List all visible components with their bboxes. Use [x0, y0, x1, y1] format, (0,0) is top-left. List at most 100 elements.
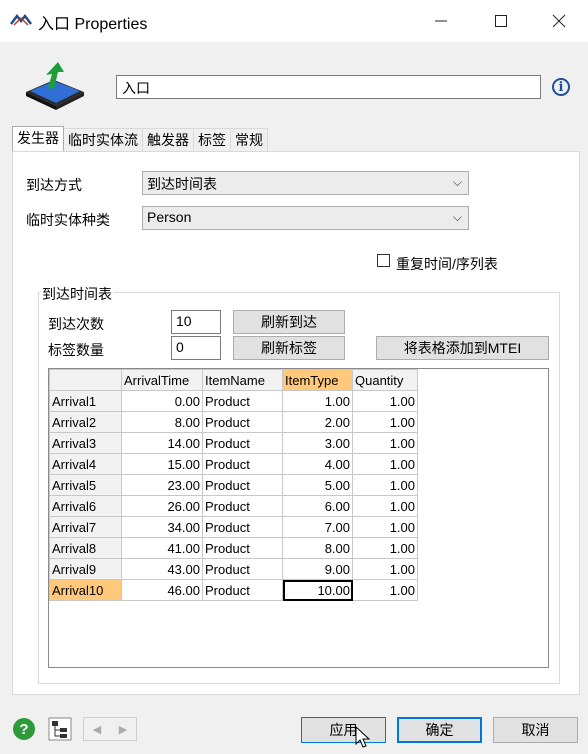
arrival-time-cell[interactable]: 14.00 [121, 432, 203, 454]
item-name-cell[interactable]: Product [202, 579, 283, 601]
window-title: 入口 Properties [38, 16, 148, 33]
arrival-style-select[interactable]: 到达时间表 ⌵ [142, 171, 469, 195]
tab-flowitem-flow[interactable]: 临时实体流 [63, 128, 143, 151]
item-name-cell[interactable]: Product [202, 453, 283, 475]
add-to-mtei-button[interactable]: 将表格添加到MTEI [376, 336, 549, 360]
item-type-cell[interactable]: 10.00 [282, 579, 353, 601]
arrival-time-cell[interactable]: 26.00 [121, 495, 203, 517]
column-header-arrival-time[interactable]: ArrivalTime [121, 369, 203, 391]
table-row[interactable]: Arrival4 15.00 Product 4.00 1.00 [49, 453, 418, 475]
arrival-time-cell[interactable]: 0.00 [121, 390, 203, 412]
quantity-cell[interactable]: 1.00 [352, 495, 418, 517]
previous-arrow-icon[interactable]: ◀ [84, 718, 110, 740]
next-arrow-icon[interactable]: ▶ [110, 718, 136, 740]
arrivals-count-input[interactable]: 10 [171, 310, 221, 334]
arrival-time-cell[interactable]: 41.00 [121, 537, 203, 559]
row-header-cell[interactable]: Arrival7 [49, 516, 122, 538]
item-type-cell[interactable]: 4.00 [282, 453, 353, 475]
tab-general[interactable]: 常规 [230, 128, 268, 151]
ok-button[interactable]: 确定 [397, 717, 482, 743]
quantity-cell[interactable]: 1.00 [352, 390, 418, 412]
table-row[interactable]: Arrival7 34.00 Product 7.00 1.00 [49, 516, 418, 538]
item-name-cell[interactable]: Product [202, 558, 283, 580]
arrival-style-value: 到达时间表 [147, 176, 217, 192]
table-row[interactable]: Arrival10 46.00 Product 10.00 1.00 [49, 579, 418, 601]
row-header-cell[interactable]: Arrival3 [49, 432, 122, 454]
item-type-cell[interactable]: 6.00 [282, 495, 353, 517]
item-name-cell[interactable]: Product [202, 432, 283, 454]
quantity-cell[interactable]: 1.00 [352, 558, 418, 580]
table-row[interactable]: Arrival5 23.00 Product 5.00 1.00 [49, 474, 418, 496]
chevron-down-icon: ⌵ [452, 210, 462, 224]
quantity-cell[interactable]: 1.00 [352, 516, 418, 538]
item-name-cell[interactable]: Product [202, 390, 283, 412]
close-button[interactable] [536, 6, 582, 36]
item-class-value: Person [147, 209, 192, 225]
item-type-cell[interactable]: 5.00 [282, 474, 353, 496]
row-header-cell[interactable]: Arrival1 [49, 390, 122, 412]
arrival-time-cell[interactable]: 23.00 [121, 474, 203, 496]
item-class-select[interactable]: Person ⌵ [142, 206, 469, 230]
table-row[interactable]: Arrival3 14.00 Product 3.00 1.00 [49, 432, 418, 454]
arrival-time-cell[interactable]: 43.00 [121, 558, 203, 580]
table-row[interactable]: Arrival1 0.00 Product 1.00 1.00 [49, 390, 418, 412]
nav-buttons: ◀ ▶ [83, 717, 137, 741]
arrival-time-cell[interactable]: 8.00 [121, 411, 203, 433]
quantity-cell[interactable]: 1.00 [352, 579, 418, 601]
tab-generator[interactable]: 发生器 [12, 126, 64, 151]
column-header-item-name[interactable]: ItemName [202, 369, 283, 391]
item-name-cell[interactable]: Product [202, 516, 283, 538]
item-type-cell[interactable]: 9.00 [282, 558, 353, 580]
arrival-table[interactable]: ArrivalTime ItemName ItemType Quantity A… [48, 368, 549, 668]
item-name-cell[interactable]: Product [202, 411, 283, 433]
maximize-button[interactable] [478, 6, 524, 36]
help-icon[interactable]: ? [12, 717, 36, 741]
quantity-cell[interactable]: 1.00 [352, 432, 418, 454]
quantity-cell[interactable]: 1.00 [352, 537, 418, 559]
table-row[interactable]: Arrival2 8.00 Product 2.00 1.00 [49, 411, 418, 433]
row-header-cell[interactable]: Arrival8 [49, 537, 122, 559]
item-type-cell[interactable]: 1.00 [282, 390, 353, 412]
table-header-row: ArrivalTime ItemName ItemType Quantity [49, 369, 418, 391]
column-header-item-type[interactable]: ItemType [282, 369, 353, 391]
row-header-cell[interactable]: Arrival10 [49, 579, 122, 601]
item-type-cell[interactable]: 3.00 [282, 432, 353, 454]
row-header-cell[interactable]: Arrival2 [49, 411, 122, 433]
arrival-time-cell[interactable]: 15.00 [121, 453, 203, 475]
arrival-time-cell[interactable]: 46.00 [121, 579, 203, 601]
quantity-cell[interactable]: 1.00 [352, 453, 418, 475]
item-type-cell[interactable]: 8.00 [282, 537, 353, 559]
row-header-cell[interactable]: Arrival9 [49, 558, 122, 580]
tab-labels[interactable]: 标签 [193, 128, 231, 151]
cancel-button[interactable]: 取消 [493, 717, 578, 743]
arrival-style-label: 到达方式 [26, 177, 82, 193]
item-name-cell[interactable]: Product [202, 474, 283, 496]
arrival-time-cell[interactable]: 34.00 [121, 516, 203, 538]
apply-button[interactable]: 应用 [301, 717, 386, 743]
table-row[interactable]: Arrival6 26.00 Product 6.00 1.00 [49, 495, 418, 517]
item-name-cell[interactable]: Product [202, 495, 283, 517]
table-row[interactable]: Arrival8 41.00 Product 8.00 1.00 [49, 537, 418, 559]
tree-view-icon[interactable] [48, 717, 72, 741]
labels-count-label: 标签数量 [48, 342, 104, 358]
item-name-cell[interactable]: Product [202, 537, 283, 559]
item-type-cell[interactable]: 7.00 [282, 516, 353, 538]
column-header-quantity[interactable]: Quantity [352, 369, 418, 391]
quantity-cell[interactable]: 1.00 [352, 411, 418, 433]
refresh-arrivals-button[interactable]: 刷新到达 [233, 310, 345, 334]
chevron-down-icon: ⌵ [452, 175, 462, 189]
labels-count-input[interactable]: 0 [171, 336, 221, 360]
row-header-cell[interactable]: Arrival6 [49, 495, 122, 517]
table-row[interactable]: Arrival9 43.00 Product 9.00 1.00 [49, 558, 418, 580]
minimize-button[interactable] [418, 6, 464, 36]
refresh-labels-button[interactable]: 刷新标签 [233, 336, 345, 360]
row-header-cell[interactable]: Arrival4 [49, 453, 122, 475]
arrival-schedule-title: 到达时间表 [40, 284, 114, 304]
item-type-cell[interactable]: 2.00 [282, 411, 353, 433]
tab-triggers[interactable]: 触发器 [142, 128, 194, 151]
repeat-checkbox[interactable] [377, 254, 390, 267]
info-icon[interactable]: i [552, 78, 570, 96]
object-name-input[interactable]: 入口 [116, 75, 541, 99]
quantity-cell[interactable]: 1.00 [352, 474, 418, 496]
row-header-cell[interactable]: Arrival5 [49, 474, 122, 496]
